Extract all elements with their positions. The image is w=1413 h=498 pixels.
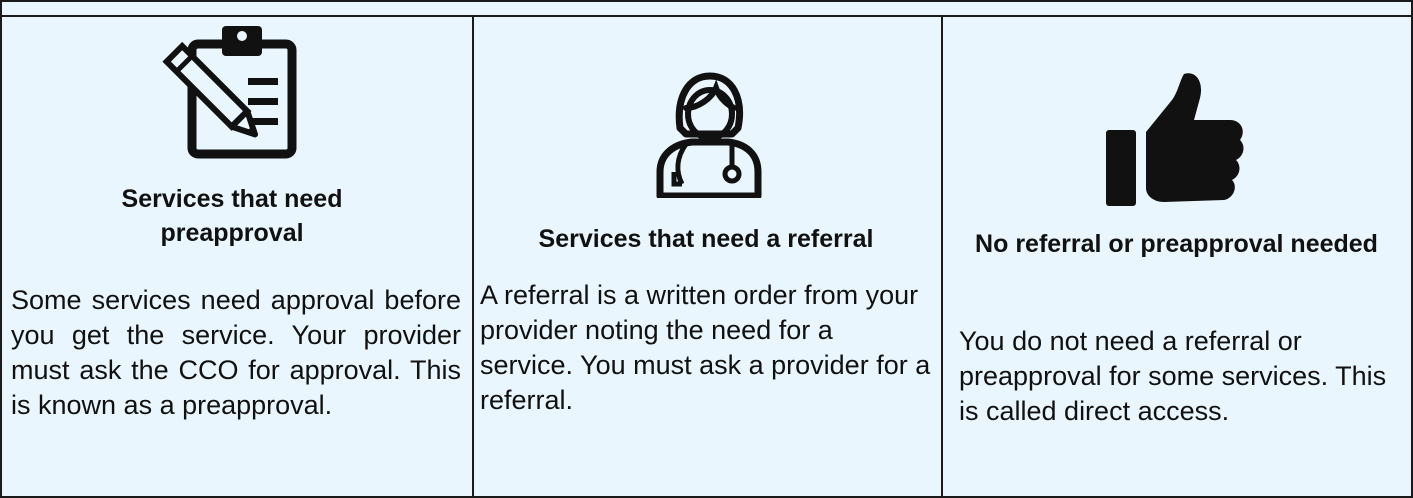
column-body: Some services need approval before you g… xyxy=(11,285,461,420)
column-body: You do not need a referral or preapprova… xyxy=(959,326,1387,426)
column-title: Services that need preapproval xyxy=(121,185,343,247)
column-title: No referral or preapproval needed xyxy=(975,230,1378,258)
column-title: Services that need a referral xyxy=(538,225,874,253)
column-divider xyxy=(472,15,474,498)
column-body: A referral is a written order from your … xyxy=(480,280,931,415)
services-table: Services that need preapproval Some serv… xyxy=(0,0,1413,498)
clipped-header-glyph xyxy=(696,0,716,5)
doctor-stethoscope-icon xyxy=(652,68,764,203)
clipboard-pencil-icon xyxy=(162,20,302,165)
header-divider xyxy=(2,15,1411,17)
thumbs-up-icon xyxy=(1100,70,1250,215)
column-divider xyxy=(941,15,943,498)
